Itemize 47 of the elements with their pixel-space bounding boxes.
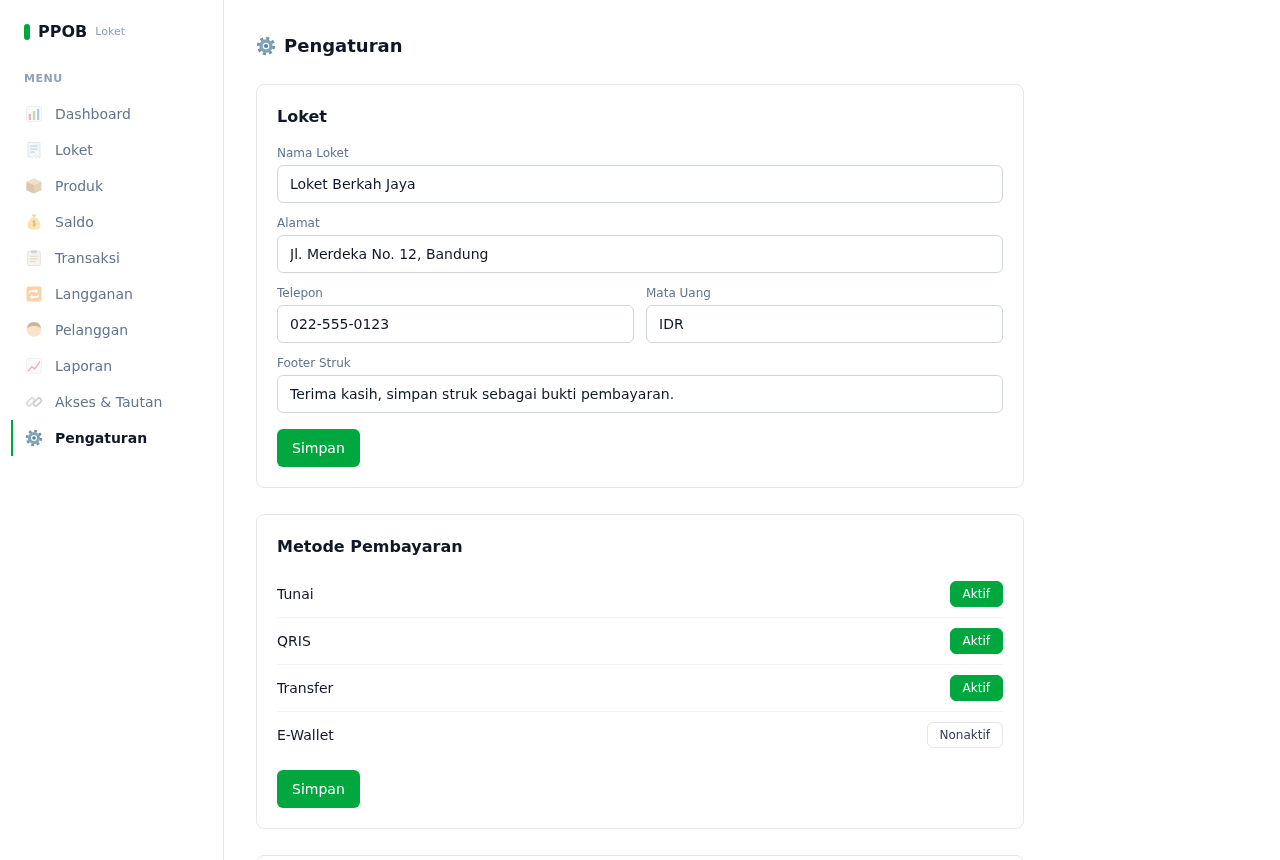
save-button[interactable]: Simpan <box>277 429 360 467</box>
sidebar-item[interactable]: Loket <box>11 132 212 168</box>
field-label: Nama Loket <box>277 145 349 161</box>
input-field[interactable]: IDR <box>646 305 1003 343</box>
input-field[interactable]: Terima kasih, simpan struk sebagai bukti pembayaran. <box>277 375 1003 413</box>
person-icon <box>25 321 43 339</box>
receipt-icon <box>25 141 43 159</box>
sidebar-item[interactable]: Akses & Tautan <box>11 384 212 420</box>
card-title: Metode Pembayaran <box>277 536 463 558</box>
gear-icon <box>256 36 276 56</box>
payment-method-name: E-Wallet <box>277 726 334 745</box>
sidebar-item[interactable]: Saldo <box>11 204 212 240</box>
status-toggle[interactable]: Aktif <box>949 628 1003 654</box>
field-label: Footer Struk <box>277 355 351 371</box>
sidebar-item[interactable]: Pelanggan <box>11 312 212 348</box>
sidebar-item[interactable]: Transaksi <box>11 240 212 276</box>
sidebar-item[interactable]: Langganan <box>11 276 212 312</box>
box-icon <box>25 177 43 195</box>
brand-subtitle: Loket <box>95 24 125 40</box>
payment-method-name: QRIS <box>277 632 311 651</box>
gear-icon <box>25 429 43 447</box>
clipboard-icon <box>25 249 43 267</box>
sidebar-item[interactable]: Dashboard <box>11 96 212 132</box>
status-toggle[interactable]: Nonaktif <box>926 722 1003 748</box>
field-label: Alamat <box>277 215 320 231</box>
menu-section-label: MENU <box>24 71 63 87</box>
sidebar-item[interactable]: Pengaturan <box>11 420 212 456</box>
page-title: Pengaturan <box>284 34 403 58</box>
money-bag-icon <box>25 213 43 231</box>
field-label: Telepon <box>277 285 323 301</box>
payment-method-name: Tunai <box>277 585 314 604</box>
brand-name: PPOB <box>38 24 88 40</box>
sidebar-item[interactable]: Produk <box>11 168 212 204</box>
input-field[interactable]: 022-555-0123 <box>277 305 634 343</box>
input-field[interactable]: Jl. Merdeka No. 12, Bandung <box>277 235 1003 273</box>
status-toggle[interactable]: Aktif <box>949 675 1003 701</box>
save-button[interactable]: Simpan <box>277 770 360 808</box>
card-title: Loket <box>277 106 327 128</box>
repeat-icon <box>25 285 43 303</box>
logo-mark-icon <box>24 24 30 40</box>
payment-method-name: Transfer <box>277 679 334 698</box>
status-toggle[interactable]: Aktif <box>949 581 1003 607</box>
sidebar-item[interactable]: Laporan <box>11 348 212 384</box>
field-label: Mata Uang <box>646 285 711 301</box>
input-field[interactable]: Loket Berkah Jaya <box>277 165 1003 203</box>
line-chart-icon <box>25 357 43 375</box>
bar-chart-icon <box>25 105 43 123</box>
